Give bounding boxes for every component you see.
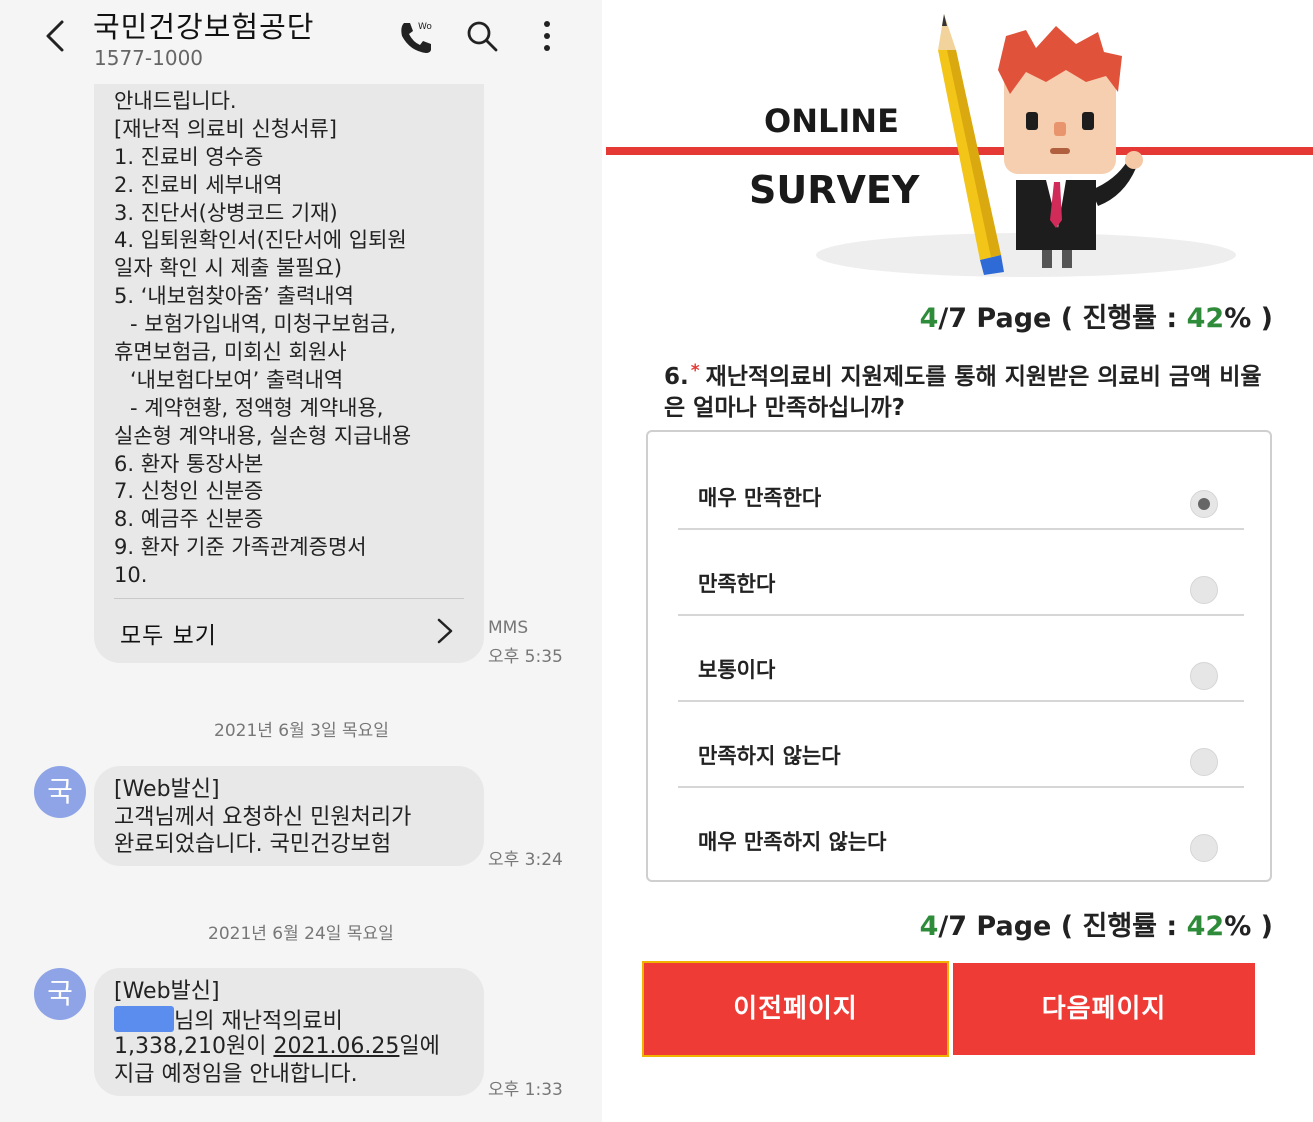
message-time: 오후 1:33 (488, 1080, 563, 1100)
message-line: 일자 확인 시 제출 불필요) (114, 256, 343, 281)
progress-total-pages: /7 (938, 911, 968, 942)
progress-total-pages: /7 (938, 303, 968, 334)
progress-percent: 42 (1186, 303, 1225, 334)
message-line: - 계약현황, 정액형 계약내용, (130, 395, 384, 420)
progress-label: Page ( 진행률 : (967, 911, 1187, 942)
message-line: 실손형 계약내용, 실손형 지급내용 (114, 423, 412, 448)
message-line: [Web발신] (114, 777, 220, 802)
conversation-header: 국민건강보험공단 1577-1000 Wo (0, 0, 602, 84)
message-bubble[interactable]: [Web발신] 고객님께서 요청하신 민원처리가 완료되었습니다. 국민건강보험 (94, 766, 484, 866)
progress-indicator: 4/7 Page ( 진행률 : 42% ) (920, 296, 1273, 335)
view-all-button[interactable]: 모두 보기 (120, 616, 217, 650)
redacted-name (114, 1005, 174, 1032)
message-line: 9. 환자 기준 가족관계증명서 (114, 535, 367, 560)
option-neutral[interactable]: 보통이다 (678, 616, 1244, 702)
option-very-satisfied[interactable]: 매우 만족한다 (678, 444, 1244, 530)
message-text: [Web발신] 고객님께서 요청하신 민원처리가 완료되었습니다. 국민건강보험 (114, 776, 411, 859)
message-line: 1,338,210원이 2021.06.25일에 (114, 1033, 440, 1061)
message-text: [Web발신] 님의 재난적의료비 1,338,210원이 2021.06.25… (114, 978, 440, 1088)
back-arrow-icon[interactable] (38, 16, 74, 56)
progress-current-page: 4 (919, 911, 939, 942)
radio-button-selected[interactable] (1190, 490, 1218, 518)
message-line: 님의 재난적의료비 (114, 1005, 440, 1034)
banner-word-survey: SURVEY (749, 168, 920, 212)
banner-illustration: ONLINE SURVEY (606, 14, 1313, 277)
required-mark: * (690, 361, 700, 381)
divider (114, 598, 464, 599)
chevron-right-icon[interactable] (434, 616, 456, 646)
option-label: 만족하지 않는다 (698, 744, 841, 768)
message-line: 안내드립니다. (114, 89, 237, 113)
question-text: 6. * 재난적의료비 지원제도를 통해 지원받은 의료비 금액 비율은 얼마나 만… (664, 356, 1274, 424)
option-label: 만족한다 (698, 572, 776, 596)
option-not-satisfied[interactable]: 만족하지 않는다 (678, 702, 1244, 788)
message-line: 6. 환자 통장사본 (114, 451, 264, 476)
message-line: 8. 예금주 신분증 (114, 507, 264, 532)
message-line: 2. 진료비 세부내역 (114, 172, 283, 197)
progress-indicator-bottom: 4/7 Page ( 진행률 : 42% ) (920, 904, 1273, 943)
messages-screen: 국민건강보험공단 1577-1000 Wo 안내드립니다. [재난적 의료비 신… (0, 0, 602, 1122)
message-line: 7. 신청인 신분증 (114, 479, 264, 504)
search-icon[interactable] (464, 18, 500, 54)
radio-button[interactable] (1190, 834, 1218, 862)
phone-call-icon[interactable]: Wo (396, 18, 438, 54)
option-very-not-satisfied[interactable]: 매우 만족하지 않는다 (678, 788, 1244, 874)
message-fragment: 님의 재난적의료비 (174, 1008, 343, 1034)
message-time: 오후 3:24 (488, 850, 563, 870)
amount-text: 1,338,210원이 (114, 1034, 267, 1059)
message-time: 오후 5:35 (488, 647, 563, 667)
answer-options: 매우 만족한다 만족한다 보통이다 만족하지 않는다 매우 만족하지 않는다 (646, 430, 1272, 882)
option-satisfied[interactable]: 만족한다 (678, 530, 1244, 616)
message-line: - 보험가입내역, 미청구보험금, (130, 312, 397, 337)
svg-text:Wo: Wo (418, 22, 432, 32)
radio-button[interactable] (1190, 576, 1218, 604)
survey-banner: ONLINE SURVEY (606, 0, 1313, 280)
date-divider: 2021년 6월 3일 목요일 (214, 721, 389, 741)
message-line: ‘내보험다보여’ 출력내역 (130, 367, 344, 392)
message-line: 고객님께서 요청하신 민원처리가 (114, 804, 412, 830)
banner-word-online: ONLINE (764, 102, 899, 140)
message-line: [Web발신] (114, 979, 220, 1004)
message-line: 완료되었습니다. 국민건강보험 (114, 832, 392, 857)
mms-message-text: 안내드립니다. [재난적 의료비 신청서류] 1. 진료비 영수증 2. 진료비… (114, 88, 474, 590)
message-bubble[interactable]: [Web발신] 님의 재난적의료비 1,338,210원이 2021.06.25… (94, 968, 484, 1096)
contact-name: 국민건강보험공단 (93, 10, 315, 44)
message-line: [재난적 의료비 신청서류] (114, 116, 337, 141)
message-line: 휴면보험금, 미회신 회원사 (114, 340, 347, 365)
question-number: 6. (664, 364, 689, 390)
progress-label: Page ( 진행률 : (967, 303, 1187, 334)
date-divider: 2021년 6월 24일 목요일 (208, 924, 394, 944)
option-label: 보통이다 (698, 658, 776, 682)
message-line: 10. (114, 563, 148, 588)
message-line: 4. 입퇴원확인서(진단서에 입퇴원 (114, 228, 407, 253)
progress-percent: 42 (1186, 911, 1225, 942)
radio-button[interactable] (1190, 662, 1218, 690)
progress-suffix: % ) (1224, 911, 1273, 942)
previous-page-button[interactable]: 이전페이지 (642, 961, 949, 1057)
message-type-label: MMS (488, 618, 529, 638)
sender-avatar[interactable]: 국 (34, 968, 86, 1020)
survey-screen: ONLINE SURVEY 4/7 Page (진행률: 42%) 6. … (606, 0, 1313, 1122)
sender-avatar[interactable]: 국 (34, 766, 86, 818)
next-page-button[interactable]: 다음페이지 (953, 963, 1255, 1055)
message-line: 1. 진료비 영수증 (114, 144, 264, 169)
message-line: 3. 진단서(상병코드 기재) (114, 200, 338, 225)
progress-suffix: % ) (1224, 303, 1273, 334)
message-line: 5. ‘내보험찾아줌’ 출력내역 (114, 284, 354, 309)
progress-current-page: 4 (919, 303, 939, 334)
question-body: 재난적의료비 지원제도를 통해 지원받은 의료비 금액 비율은 얼마나 만족하십… (664, 364, 1262, 421)
option-label: 매우 만족하지 않는다 (698, 830, 887, 854)
more-vertical-icon[interactable] (530, 18, 564, 54)
contact-number: 1577-1000 (94, 46, 204, 70)
message-line: 지급 예정임을 안내합니다. (114, 1061, 358, 1087)
message-fragment: 일에 (399, 1034, 440, 1059)
radio-button[interactable] (1190, 748, 1218, 776)
mms-message-bubble[interactable]: 안내드립니다. [재난적 의료비 신청서류] 1. 진료비 영수증 2. 진료비… (94, 60, 484, 663)
option-label: 매우 만족한다 (698, 486, 822, 510)
date-link[interactable]: 2021.06.25 (273, 1034, 399, 1059)
